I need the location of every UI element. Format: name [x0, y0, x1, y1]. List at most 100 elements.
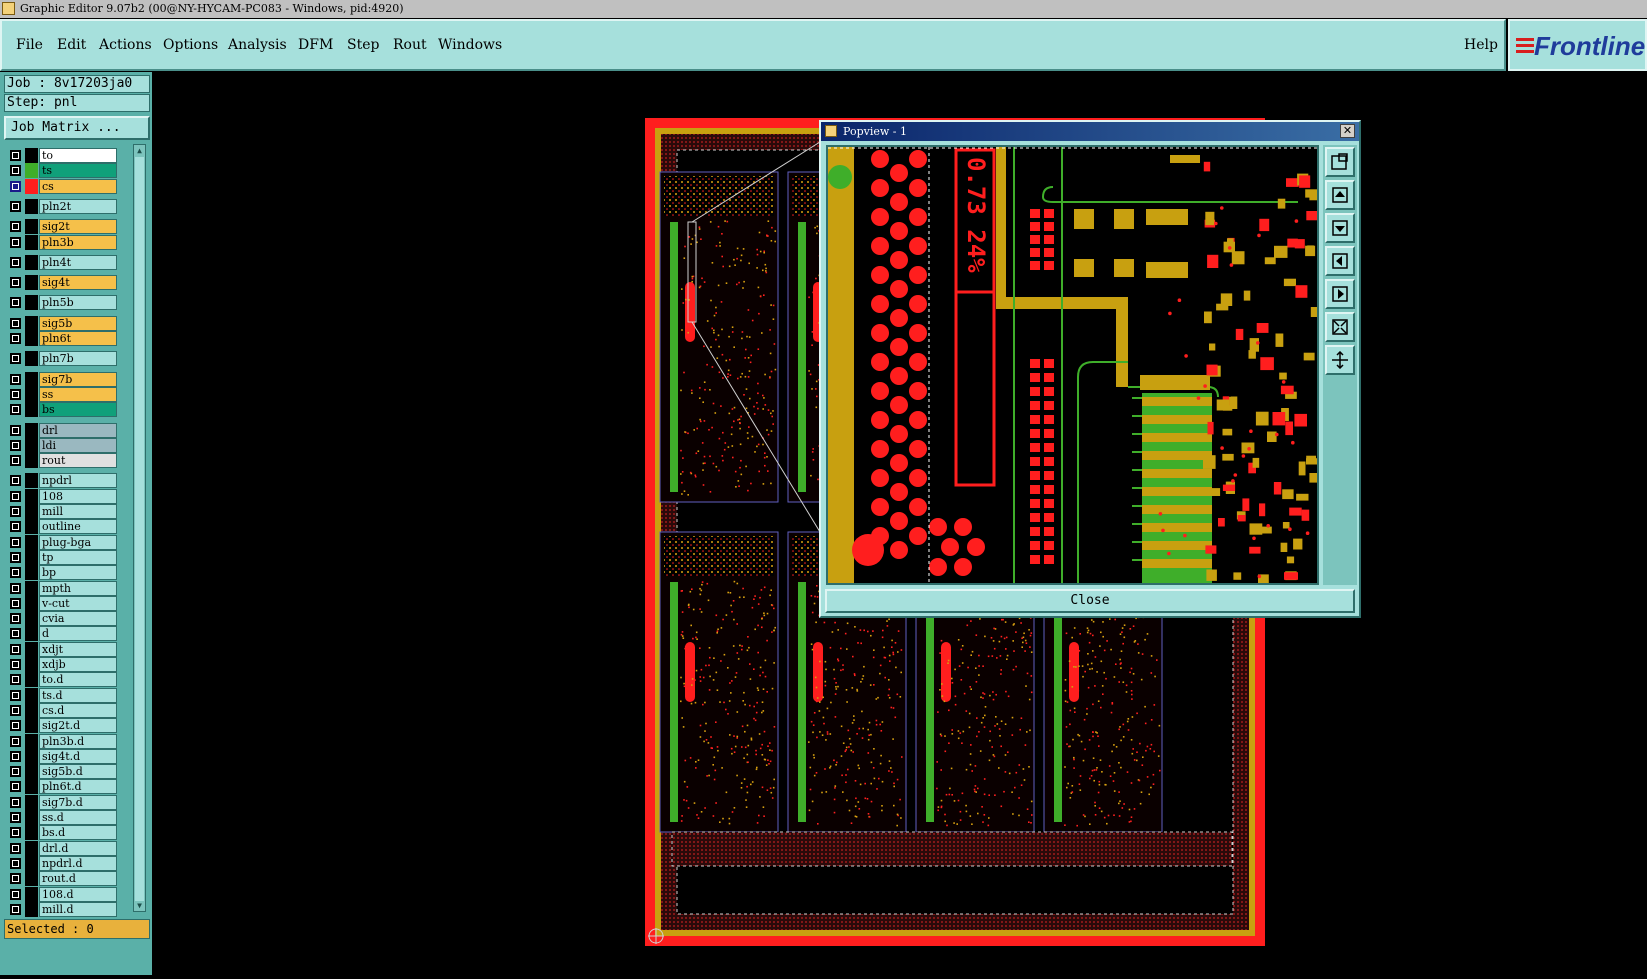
layer-name[interactable]: mill.d	[39, 901, 117, 917]
layer-name[interactable]: sig7b	[39, 371, 117, 387]
layer-row-ss[interactable]: ss	[4, 386, 132, 402]
layer-name[interactable]: d	[39, 626, 117, 642]
layer-checkbox[interactable]	[10, 750, 21, 762]
layer-row-sig4t[interactable]: sig4t	[4, 275, 132, 291]
layer-row-bs[interactable]: bs	[4, 402, 132, 418]
layer-row-v-cut[interactable]: v-cut	[4, 595, 132, 611]
layer-checkbox[interactable]	[10, 781, 21, 793]
scroll-thumb[interactable]	[135, 157, 144, 901]
layer-row-sig2t.d[interactable]: sig2t.d	[4, 718, 132, 734]
zoom-fit-button[interactable]	[1325, 312, 1355, 342]
layer-name[interactable]: plug-bga	[39, 534, 117, 550]
menu-step[interactable]: Step	[347, 37, 379, 53]
pan-up-button[interactable]	[1325, 180, 1355, 210]
layer-row-drl.d[interactable]: drl.d	[4, 840, 132, 856]
layer-name[interactable]: 108	[39, 488, 117, 504]
popview-zoom-view[interactable]: 0.73 24%	[826, 145, 1319, 585]
layer-checkbox[interactable]	[10, 165, 21, 177]
layer-checkbox[interactable]	[10, 180, 21, 192]
layer-row-xdjt[interactable]: xdjt	[4, 641, 132, 657]
layer-name[interactable]: sig2t	[39, 219, 117, 235]
popview-window[interactable]: Popview - 1 ✕ 0.73 24% Close	[819, 120, 1361, 618]
layer-row-ts.d[interactable]: ts.d	[4, 687, 132, 703]
layer-row-outline[interactable]: outline	[4, 519, 132, 535]
layer-row-drl[interactable]: drl	[4, 422, 132, 438]
layer-checkbox[interactable]	[10, 200, 21, 212]
pan-down-button[interactable]	[1325, 213, 1355, 243]
layer-row-to.d[interactable]: to.d	[4, 672, 132, 688]
layer-checkbox[interactable]	[10, 704, 21, 716]
layer-checkbox[interactable]	[10, 689, 21, 701]
layer-row-sig7b.d[interactable]: sig7b.d	[4, 794, 132, 810]
layer-row-pln3b[interactable]: pln3b	[4, 234, 132, 250]
layer-name[interactable]: cvia	[39, 611, 117, 627]
layer-name[interactable]: v-cut	[39, 595, 117, 611]
layer-name[interactable]: mill	[39, 504, 117, 519]
layer-name[interactable]: rout	[39, 453, 117, 469]
layer-row-tp[interactable]: tp	[4, 549, 132, 565]
layer-row-sig7b[interactable]: sig7b	[4, 371, 132, 387]
layer-row-bp[interactable]: bp	[4, 565, 132, 581]
layer-row-pln4t[interactable]: pln4t	[4, 254, 132, 270]
layer-name[interactable]: pln7b	[39, 351, 117, 367]
layer-name[interactable]: 108.d	[39, 886, 117, 902]
layer-checkbox[interactable]	[10, 490, 21, 502]
layer-checkbox[interactable]	[10, 857, 21, 869]
layer-checkbox[interactable]	[10, 643, 21, 655]
layer-name[interactable]: cs	[39, 178, 117, 194]
layer-name[interactable]: to.d	[39, 672, 117, 688]
layer-checkbox[interactable]	[10, 551, 21, 563]
layer-row-bs.d[interactable]: bs.d	[4, 825, 132, 841]
layer-checkbox[interactable]	[10, 827, 21, 839]
layer-name[interactable]: sig4t.d	[39, 748, 117, 764]
layer-checkbox[interactable]	[10, 317, 21, 329]
layer-checkbox[interactable]	[10, 582, 21, 594]
layer-checkbox[interactable]	[10, 735, 21, 747]
layer-checkbox[interactable]	[10, 842, 21, 854]
layer-name[interactable]: bp	[39, 565, 117, 581]
layer-name[interactable]: ss.d	[39, 810, 117, 825]
layer-name[interactable]: pln5b	[39, 295, 117, 311]
scroll-down-icon[interactable]: ▼	[135, 901, 144, 910]
layer-checkbox[interactable]	[10, 297, 21, 309]
menu-actions[interactable]: Actions	[99, 37, 152, 53]
layer-checkbox[interactable]	[10, 613, 21, 625]
layer-row-pln7b[interactable]: pln7b	[4, 351, 132, 367]
layer-row-pln2t[interactable]: pln2t	[4, 198, 132, 214]
layer-name[interactable]: to	[39, 148, 117, 163]
pan-right-button[interactable]	[1325, 279, 1355, 309]
layer-name[interactable]: drl.d	[39, 840, 117, 856]
layer-checkbox[interactable]	[10, 628, 21, 640]
menu-edit[interactable]: Edit	[57, 37, 86, 53]
layer-name[interactable]: pln3b.d	[39, 733, 117, 749]
layer-name[interactable]: npdrl.d	[39, 855, 117, 871]
layer-row-108.d[interactable]: 108.d	[4, 886, 132, 902]
layer-row-mill[interactable]: mill	[4, 504, 132, 519]
layer-checkbox[interactable]	[10, 333, 21, 344]
layer-row-rout[interactable]: rout	[4, 453, 132, 469]
layer-name[interactable]: ldi	[39, 437, 117, 453]
layer-name[interactable]: xdjb	[39, 657, 117, 672]
layer-row-npdrl[interactable]: npdrl	[4, 473, 132, 489]
pan-left-button[interactable]	[1325, 246, 1355, 276]
layer-checkbox[interactable]	[10, 388, 21, 400]
layer-checkbox[interactable]	[10, 439, 21, 451]
zoom-in-out-button[interactable]	[1325, 345, 1355, 375]
layer-checkbox[interactable]	[10, 873, 21, 885]
layer-checkbox[interactable]	[10, 475, 21, 487]
layer-name[interactable]: ts.d	[39, 687, 117, 703]
layer-checkbox[interactable]	[10, 256, 21, 268]
layer-checkbox[interactable]	[10, 766, 21, 778]
layer-row-rout.d[interactable]: rout.d	[4, 871, 132, 887]
layer-name[interactable]: pln2t	[39, 198, 117, 214]
layer-row-npdrl.d[interactable]: npdrl.d	[4, 855, 132, 871]
layer-name[interactable]: pln3b	[39, 234, 117, 250]
menu-rout[interactable]: Rout	[393, 37, 427, 53]
zoom-window-button[interactable]	[1325, 147, 1355, 177]
layer-checkbox[interactable]	[10, 674, 21, 686]
layer-checkbox[interactable]	[10, 888, 21, 900]
layer-checkbox[interactable]	[10, 597, 21, 609]
layer-row-pln6t.d[interactable]: pln6t.d	[4, 779, 132, 795]
layer-checkbox[interactable]	[10, 536, 21, 548]
layer-name[interactable]: npdrl	[39, 473, 117, 489]
